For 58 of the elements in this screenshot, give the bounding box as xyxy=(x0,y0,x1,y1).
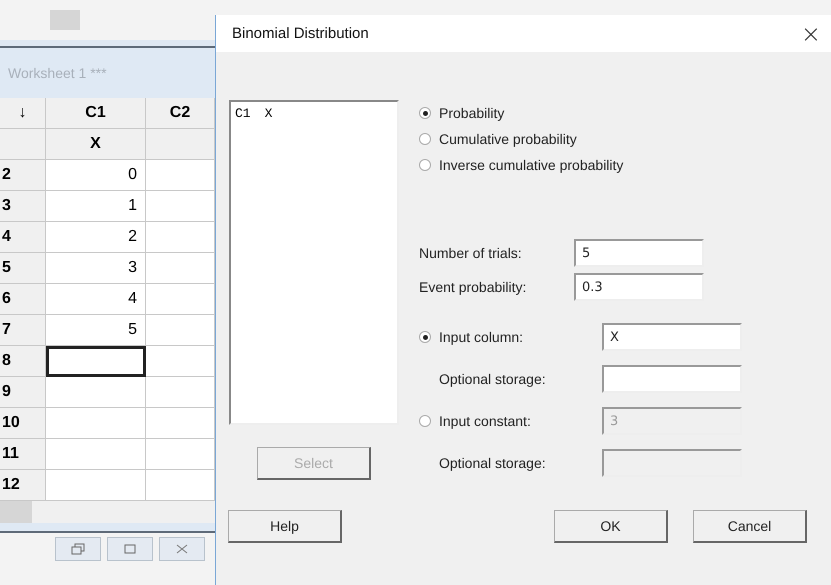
input-field[interactable] xyxy=(602,365,742,393)
radio-label[interactable]: Input column: xyxy=(439,329,524,345)
row-number: 11 xyxy=(0,439,46,470)
input-field[interactable]: 0.3 xyxy=(574,273,704,301)
radio-button[interactable] xyxy=(419,415,431,427)
close-button[interactable]: × xyxy=(800,20,821,48)
column-name[interactable] xyxy=(146,129,215,160)
row-number: 6 xyxy=(0,284,46,315)
field-label: Event probability: xyxy=(419,279,528,295)
column-header: ↓ xyxy=(0,98,46,129)
column-name[interactable]: X xyxy=(46,129,146,160)
table-cell[interactable]: 2 xyxy=(46,222,146,253)
maximize-button[interactable] xyxy=(107,537,153,561)
radio-button[interactable] xyxy=(419,331,431,343)
table-cell[interactable] xyxy=(46,346,146,377)
field-label: Number of trials: xyxy=(419,245,523,261)
list-item[interactable]: C1 X xyxy=(235,106,393,121)
row-number: 9 xyxy=(0,377,46,408)
radio-label[interactable]: Cumulative probability xyxy=(439,131,577,147)
radio-label[interactable]: Inverse cumulative probability xyxy=(439,157,624,173)
toolbar-button[interactable] xyxy=(50,10,80,30)
column-list[interactable]: C1 X xyxy=(229,100,399,425)
field-label: Optional storage: xyxy=(438,371,547,387)
row-number: 4 xyxy=(0,222,46,253)
input-field[interactable]: X xyxy=(602,323,742,351)
row-number: 3 xyxy=(0,191,46,222)
radio-button[interactable] xyxy=(419,159,431,171)
row-number: 7 xyxy=(0,315,46,346)
dialog-button[interactable]: Cancel xyxy=(693,510,807,543)
column-header[interactable]: C2 xyxy=(146,98,215,129)
table-cell[interactable]: 1 xyxy=(46,191,146,222)
table-cell[interactable]: 5 xyxy=(46,315,146,346)
close-icon xyxy=(176,544,188,554)
input-field[interactable]: 5 xyxy=(574,239,704,267)
header-cell xyxy=(0,129,46,160)
help-button[interactable]: Help xyxy=(228,510,342,543)
worksheet-title: Worksheet 1 *** xyxy=(8,65,107,81)
table-cell[interactable]: 0 xyxy=(46,160,146,191)
dialog-title: Binomial Distribution xyxy=(232,25,369,42)
close-button[interactable] xyxy=(159,537,205,561)
row-number: 8 xyxy=(0,346,46,377)
radio-label[interactable]: Probability xyxy=(439,105,504,121)
field-label: Optional storage: xyxy=(438,455,547,471)
column-header[interactable]: C1 xyxy=(46,98,146,129)
row-number: 12 xyxy=(0,470,46,501)
table-cell[interactable]: 4 xyxy=(46,284,146,315)
row-number: 5 xyxy=(0,253,46,284)
maximize-icon xyxy=(124,544,136,554)
radio-label[interactable]: Input constant: xyxy=(439,413,531,429)
restore-icon xyxy=(71,543,85,555)
restore-button[interactable] xyxy=(55,537,101,561)
table-cell[interactable]: 3 xyxy=(46,253,146,284)
dialog-button[interactable]: OK xyxy=(554,510,668,543)
radio-button[interactable] xyxy=(419,107,431,119)
scrollbar-thumb[interactable] xyxy=(0,501,32,523)
row-number: 10 xyxy=(0,408,46,439)
radio-button[interactable] xyxy=(419,133,431,145)
row-number: 2 xyxy=(0,160,46,191)
